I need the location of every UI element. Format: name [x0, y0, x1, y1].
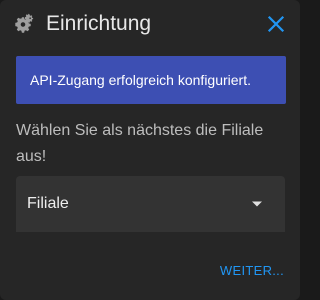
gear-icon: [15, 13, 34, 33]
close-button[interactable]: [264, 12, 288, 36]
chevron-down-icon: [252, 201, 262, 207]
dialog-header: Einrichtung: [0, 0, 300, 48]
filiale-select[interactable]: Filiale: [16, 176, 285, 232]
success-message: API-Zugang erfolgreich konfiguriert.: [30, 72, 251, 88]
setup-dialog: Einrichtung API-Zugang erfolgreich konfi…: [0, 0, 300, 300]
instruction-text: Wählen Sie als nächstes die Filiale aus!: [16, 122, 264, 165]
close-icon: [267, 15, 285, 33]
next-button-label: WEITER...: [219, 263, 284, 278]
select-value: Filiale: [27, 195, 69, 212]
success-banner: API-Zugang erfolgreich konfiguriert.: [16, 56, 286, 104]
dialog-title: Einrichtung: [46, 12, 152, 35]
next-button[interactable]: WEITER...: [216, 256, 290, 286]
